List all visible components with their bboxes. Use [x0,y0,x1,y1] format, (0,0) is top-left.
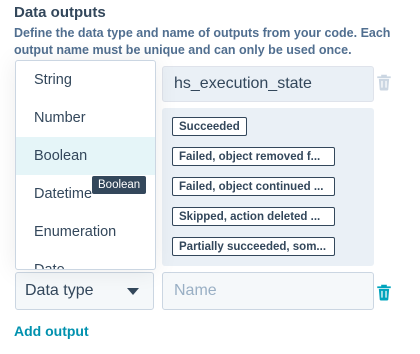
section-description: Define the data type and name of outputs… [14,26,391,57]
option-tag: Failed, object removed f... [172,147,335,166]
option-tag: Skipped, action deleted ... [172,207,335,226]
section-title: Data outputs [14,4,106,21]
data-type-select-label: Data type [25,282,94,299]
dropdown-option-string[interactable]: String [16,61,155,99]
trash-icon[interactable] [375,283,393,301]
option-tag: Failed, object continued ... [172,177,335,196]
trash-icon[interactable] [375,73,393,91]
option-tag: Partially succeeded, som... [172,237,335,256]
dropdown-option-number[interactable]: Number [16,99,155,137]
add-output-link[interactable]: Add output [14,323,89,339]
enumeration-options-panel: Succeeded Failed, object removed f... Fa… [162,108,374,266]
option-tag: Succeeded [172,117,247,136]
caret-down-icon [127,288,139,295]
output-name-field: hs_execution_state [162,66,374,102]
data-type-dropdown-menu: String Number Boolean Datetime Enumerati… [15,60,156,270]
dropdown-option-enumeration[interactable]: Enumeration [16,213,155,251]
data-type-select[interactable]: Data type [15,272,154,310]
dropdown-option-boolean[interactable]: Boolean [16,137,155,175]
output-name-input[interactable] [162,272,374,310]
dropdown-option-date[interactable]: Date [16,251,155,269]
option-tooltip: Boolean [92,176,147,194]
